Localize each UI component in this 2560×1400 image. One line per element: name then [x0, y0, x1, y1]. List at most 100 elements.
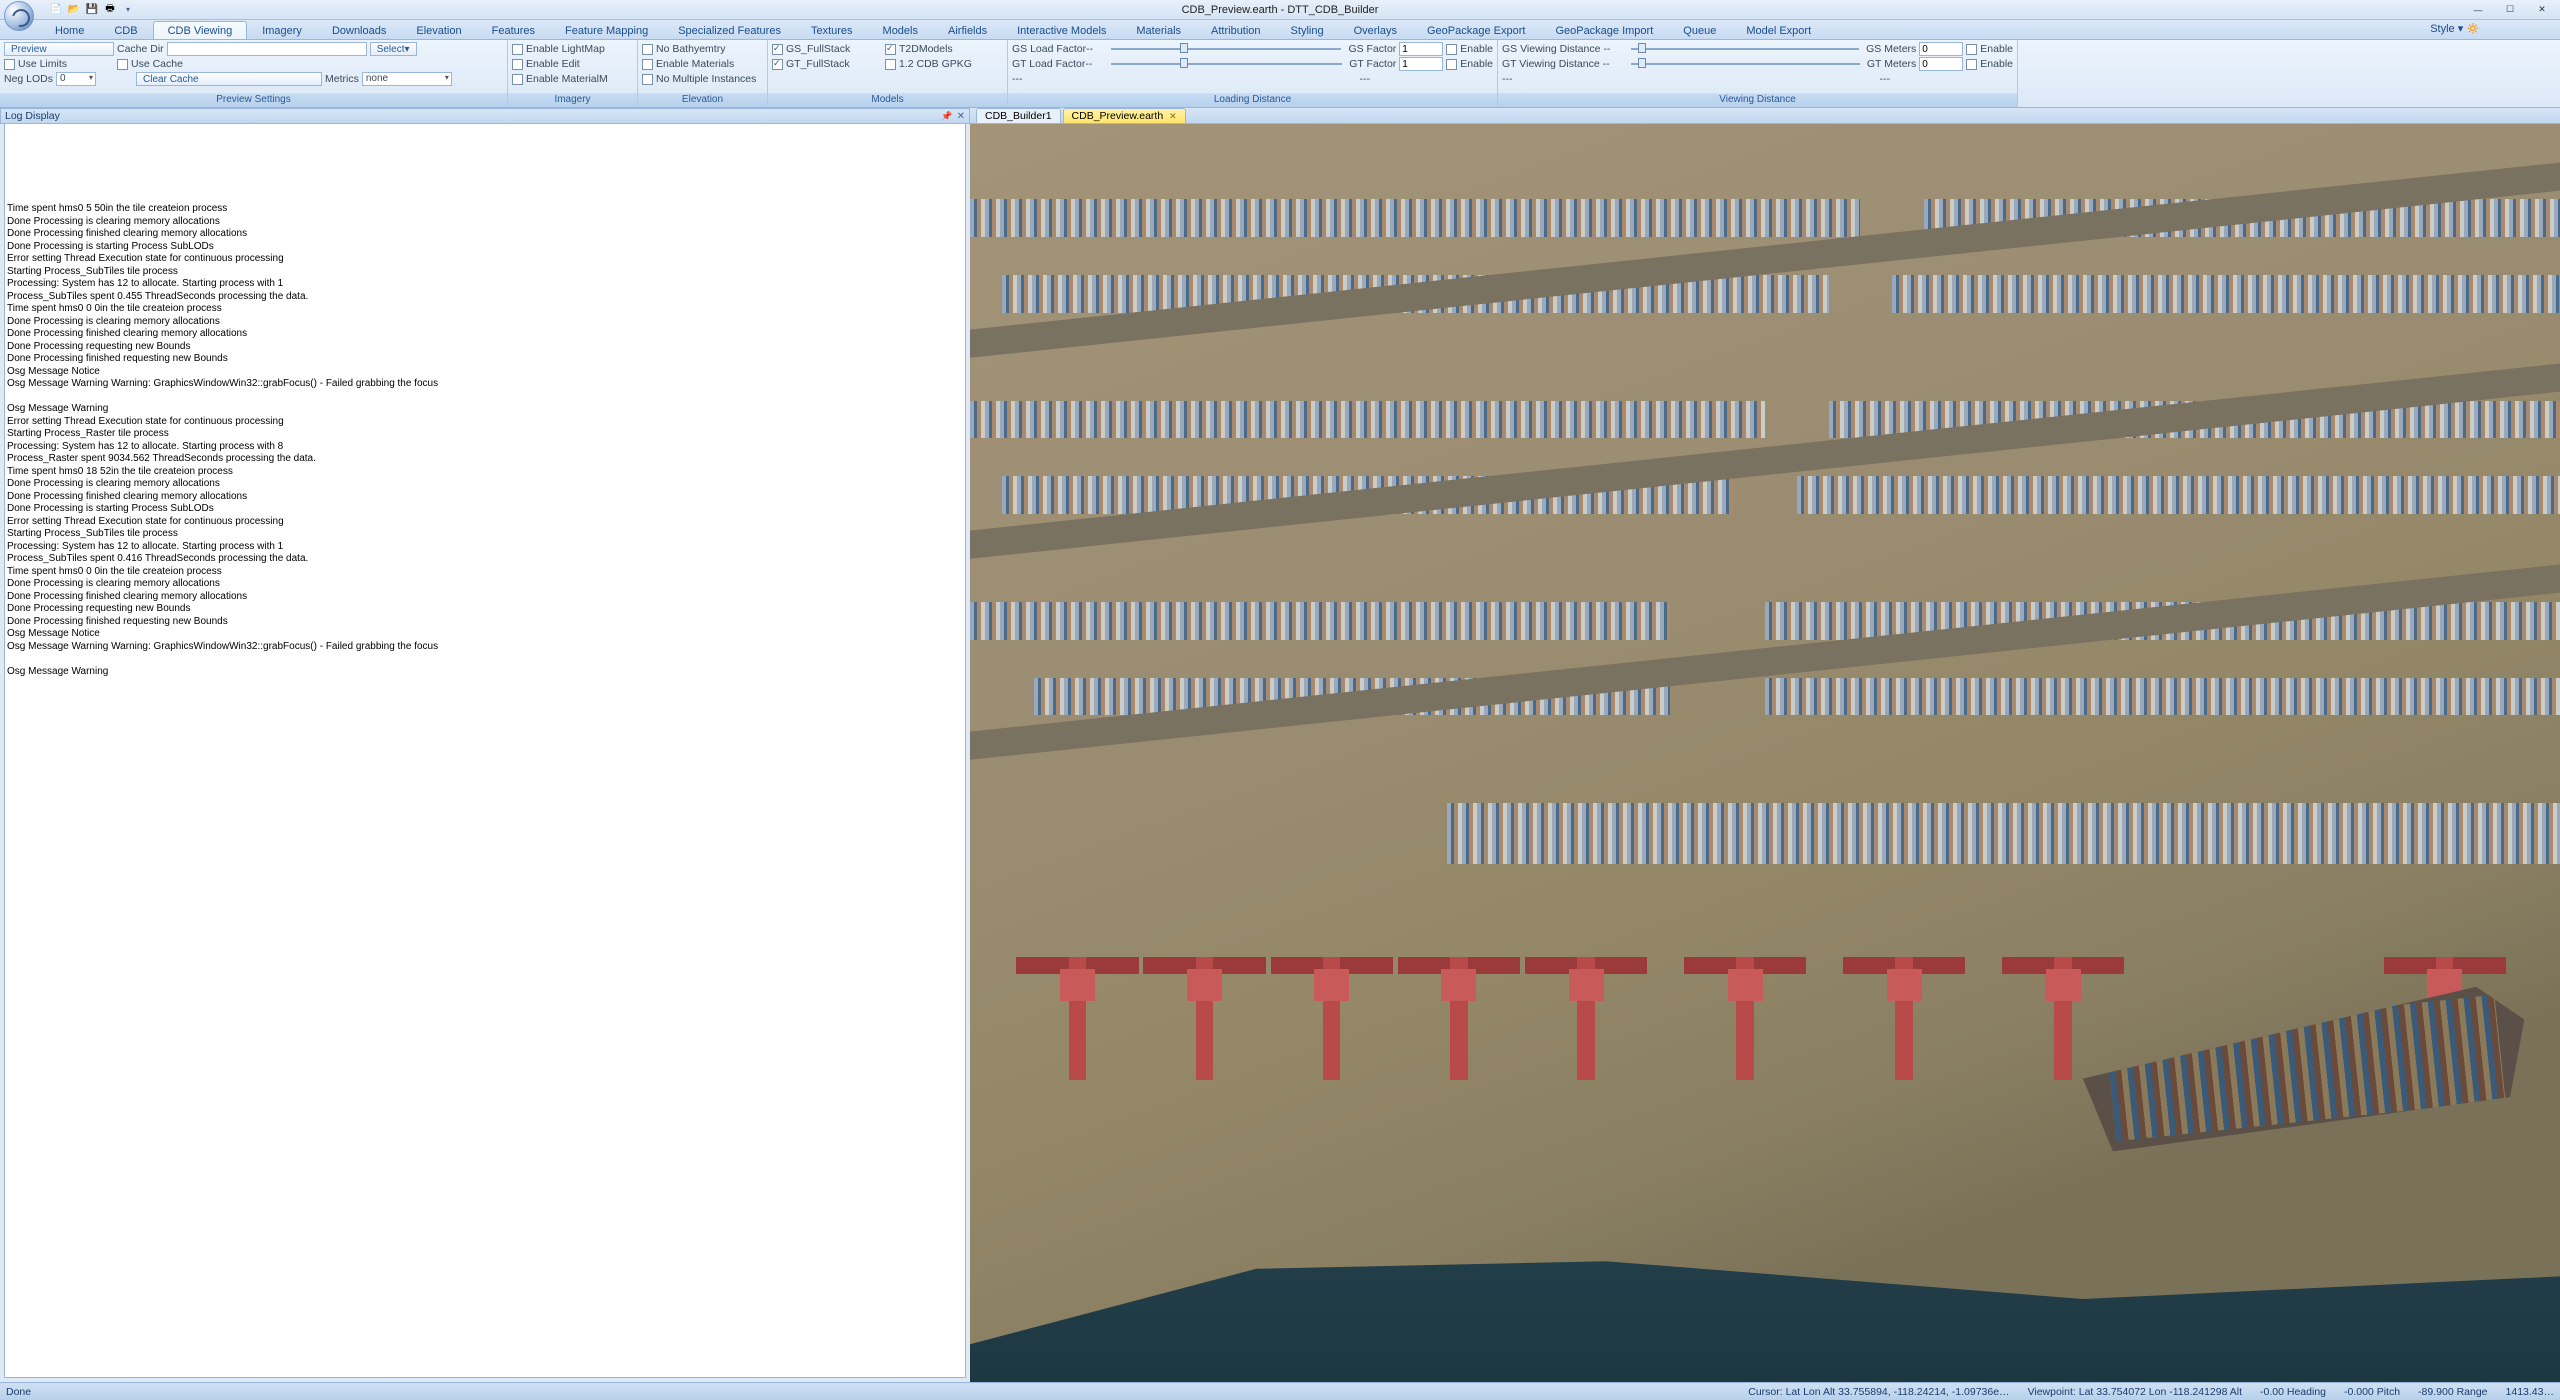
t2dmodels-checkbox[interactable] — [885, 44, 896, 55]
tab-features[interactable]: Features — [477, 21, 550, 39]
enable-lightmap-checkbox[interactable] — [512, 44, 523, 55]
gs-load-factor-slider[interactable] — [1111, 48, 1341, 50]
gt-load-factor-slider[interactable] — [1111, 63, 1342, 65]
tab-home[interactable]: Home — [40, 21, 99, 39]
select-cache-dir-button[interactable]: Select ▾ — [370, 42, 417, 56]
gt-viewing-enable-label: Enable — [1980, 58, 2013, 70]
maximize-button[interactable]: ☐ — [2496, 3, 2524, 17]
tab-feature-mapping[interactable]: Feature Mapping — [550, 21, 663, 39]
qat-open-icon[interactable]: 📂 — [66, 2, 82, 18]
enable-materialm-checkbox[interactable] — [512, 74, 523, 85]
use-cache-checkbox[interactable] — [117, 59, 128, 70]
qat-save-icon[interactable]: 💾 — [84, 2, 100, 18]
gs-viewing-distance-slider[interactable] — [1631, 48, 1859, 50]
status-range: -89.900 Range — [2418, 1386, 2487, 1398]
log-line: Done Processing finished clearing memory… — [7, 491, 963, 504]
log-line: Done Processing is clearing memory alloc… — [7, 216, 963, 229]
qat-print-icon[interactable]: 🖶 — [102, 2, 118, 18]
group-elevation: No Bathyemtry Enable Materials No Multip… — [638, 40, 768, 107]
tab-models[interactable]: Models — [868, 21, 933, 39]
gs-viewing-enable-checkbox[interactable] — [1966, 44, 1977, 55]
log-panel-header[interactable]: Log Display 📌 ✕ — [0, 108, 970, 124]
log-line: Osg Message Warning — [7, 403, 963, 416]
cache-dir-input[interactable] — [167, 42, 367, 56]
log-line: Done Processing finished requesting new … — [7, 616, 963, 629]
status-bar: Done Cursor: Lat Lon Alt 33.755894, -118… — [0, 1382, 2560, 1400]
style-dropdown[interactable]: Style ▾ 🔅 — [2430, 22, 2480, 35]
tab-overlays[interactable]: Overlays — [1339, 21, 1412, 39]
metrics-label: Metrics — [325, 73, 359, 85]
tab-textures[interactable]: Textures — [796, 21, 868, 39]
log-line — [7, 653, 963, 666]
tab-imagery[interactable]: Imagery — [247, 21, 317, 39]
map-viewport[interactable] — [970, 124, 2560, 1382]
qat-new-icon[interactable]: 📄 — [48, 2, 64, 18]
metrics-dropdown[interactable]: none — [362, 72, 452, 86]
tab-airfields[interactable]: Airfields — [933, 21, 1002, 39]
log-line: Done Processing requesting new Bounds — [7, 341, 963, 354]
log-line: Process_SubTiles spent 0.455 ThreadSecon… — [7, 291, 963, 304]
tab-attribution[interactable]: Attribution — [1196, 21, 1276, 39]
gs-fullstack-checkbox[interactable] — [772, 44, 783, 55]
gs-factor-input[interactable] — [1399, 42, 1443, 56]
minimize-button[interactable]: — — [2464, 3, 2492, 17]
tab-cdb-viewing[interactable]: CDB Viewing — [153, 21, 248, 39]
gt-viewing-distance-slider[interactable] — [1631, 63, 1860, 65]
tab-geopackage-export[interactable]: GeoPackage Export — [1412, 21, 1540, 39]
tab-geopackage-import[interactable]: GeoPackage Import — [1540, 21, 1668, 39]
log-line: Done Processing finished clearing memory… — [7, 228, 963, 241]
gs-fullstack-label: GS_FullStack — [786, 43, 882, 55]
use-limits-checkbox[interactable] — [4, 59, 15, 70]
document-tab[interactable]: CDB_Builder1 — [976, 108, 1061, 123]
tab-specialized-features[interactable]: Specialized Features — [663, 21, 796, 39]
qat-dropdown-icon[interactable]: ▾ — [120, 2, 136, 18]
gs-viewing-distance-label: GS Viewing Distance -- — [1502, 43, 1624, 55]
log-output[interactable]: Time spent hms0 5 50in the tile createio… — [4, 124, 966, 1378]
log-line: Processing: System has 12 to allocate. S… — [7, 541, 963, 554]
tab-elevation[interactable]: Elevation — [401, 21, 476, 39]
tab-interactive-models[interactable]: Interactive Models — [1002, 21, 1121, 39]
neg-lods-dropdown[interactable]: 0 — [56, 72, 96, 86]
document-tabs: CDB_Builder1CDB_Preview.earth✕ — [970, 108, 2560, 124]
log-line: Process_Raster spent 9034.562 ThreadSeco… — [7, 453, 963, 466]
log-line: Starting Process_Raster tile process — [7, 428, 963, 441]
tab-materials[interactable]: Materials — [1121, 21, 1196, 39]
log-line: Done Processing requesting new Bounds — [7, 603, 963, 616]
no-bathymetry-checkbox[interactable] — [642, 44, 653, 55]
log-line: Time spent hms0 5 50in the tile createio… — [7, 203, 963, 216]
gt-fullstack-checkbox[interactable] — [772, 59, 783, 70]
document-tab[interactable]: CDB_Preview.earth✕ — [1063, 108, 1186, 123]
enable-materials-checkbox[interactable] — [642, 59, 653, 70]
gt-factor-input[interactable] — [1399, 57, 1443, 71]
tab-model-export[interactable]: Model Export — [1731, 21, 1826, 39]
tab-downloads[interactable]: Downloads — [317, 21, 401, 39]
app-menu-orb[interactable] — [4, 1, 34, 31]
status-pitch: -0.000 Pitch — [2344, 1386, 2400, 1398]
tab-cdb[interactable]: CDB — [99, 21, 152, 39]
group-label-loading-distance: Loading Distance — [1008, 93, 1497, 107]
document-tab-close-icon[interactable]: ✕ — [1169, 111, 1177, 122]
log-line: Process_SubTiles spent 0.416 ThreadSecon… — [7, 553, 963, 566]
gt-viewing-distance-label: GT Viewing Distance -- — [1502, 58, 1624, 70]
clear-cache-button[interactable]: Clear Cache — [136, 72, 322, 86]
gs-meters-input[interactable] — [1919, 42, 1963, 56]
preview-button[interactable]: Preview — [4, 42, 114, 56]
gt-viewing-enable-checkbox[interactable] — [1966, 59, 1977, 70]
panel-close-icon[interactable]: ✕ — [957, 111, 965, 122]
gs-loading-enable-checkbox[interactable] — [1446, 44, 1457, 55]
cdb-gpkg-checkbox[interactable] — [885, 59, 896, 70]
gs-factor-label: GS Factor — [1348, 43, 1396, 55]
gt-loading-enable-checkbox[interactable] — [1446, 59, 1457, 70]
aerial-imagery — [970, 124, 2560, 1382]
tab-queue[interactable]: Queue — [1668, 21, 1731, 39]
loading-dash-2: --- — [1360, 73, 1371, 85]
no-multiple-instances-checkbox[interactable] — [642, 74, 653, 85]
log-line: Time spent hms0 0 0in the tile createion… — [7, 566, 963, 579]
enable-edit-checkbox[interactable] — [512, 59, 523, 70]
pin-icon[interactable]: 📌 — [941, 111, 952, 122]
use-limits-label: Use Limits — [18, 58, 114, 70]
log-line: Error setting Thread Execution state for… — [7, 516, 963, 529]
tab-styling[interactable]: Styling — [1276, 21, 1339, 39]
gt-meters-input[interactable] — [1919, 57, 1963, 71]
close-button[interactable]: ✕ — [2528, 3, 2556, 17]
